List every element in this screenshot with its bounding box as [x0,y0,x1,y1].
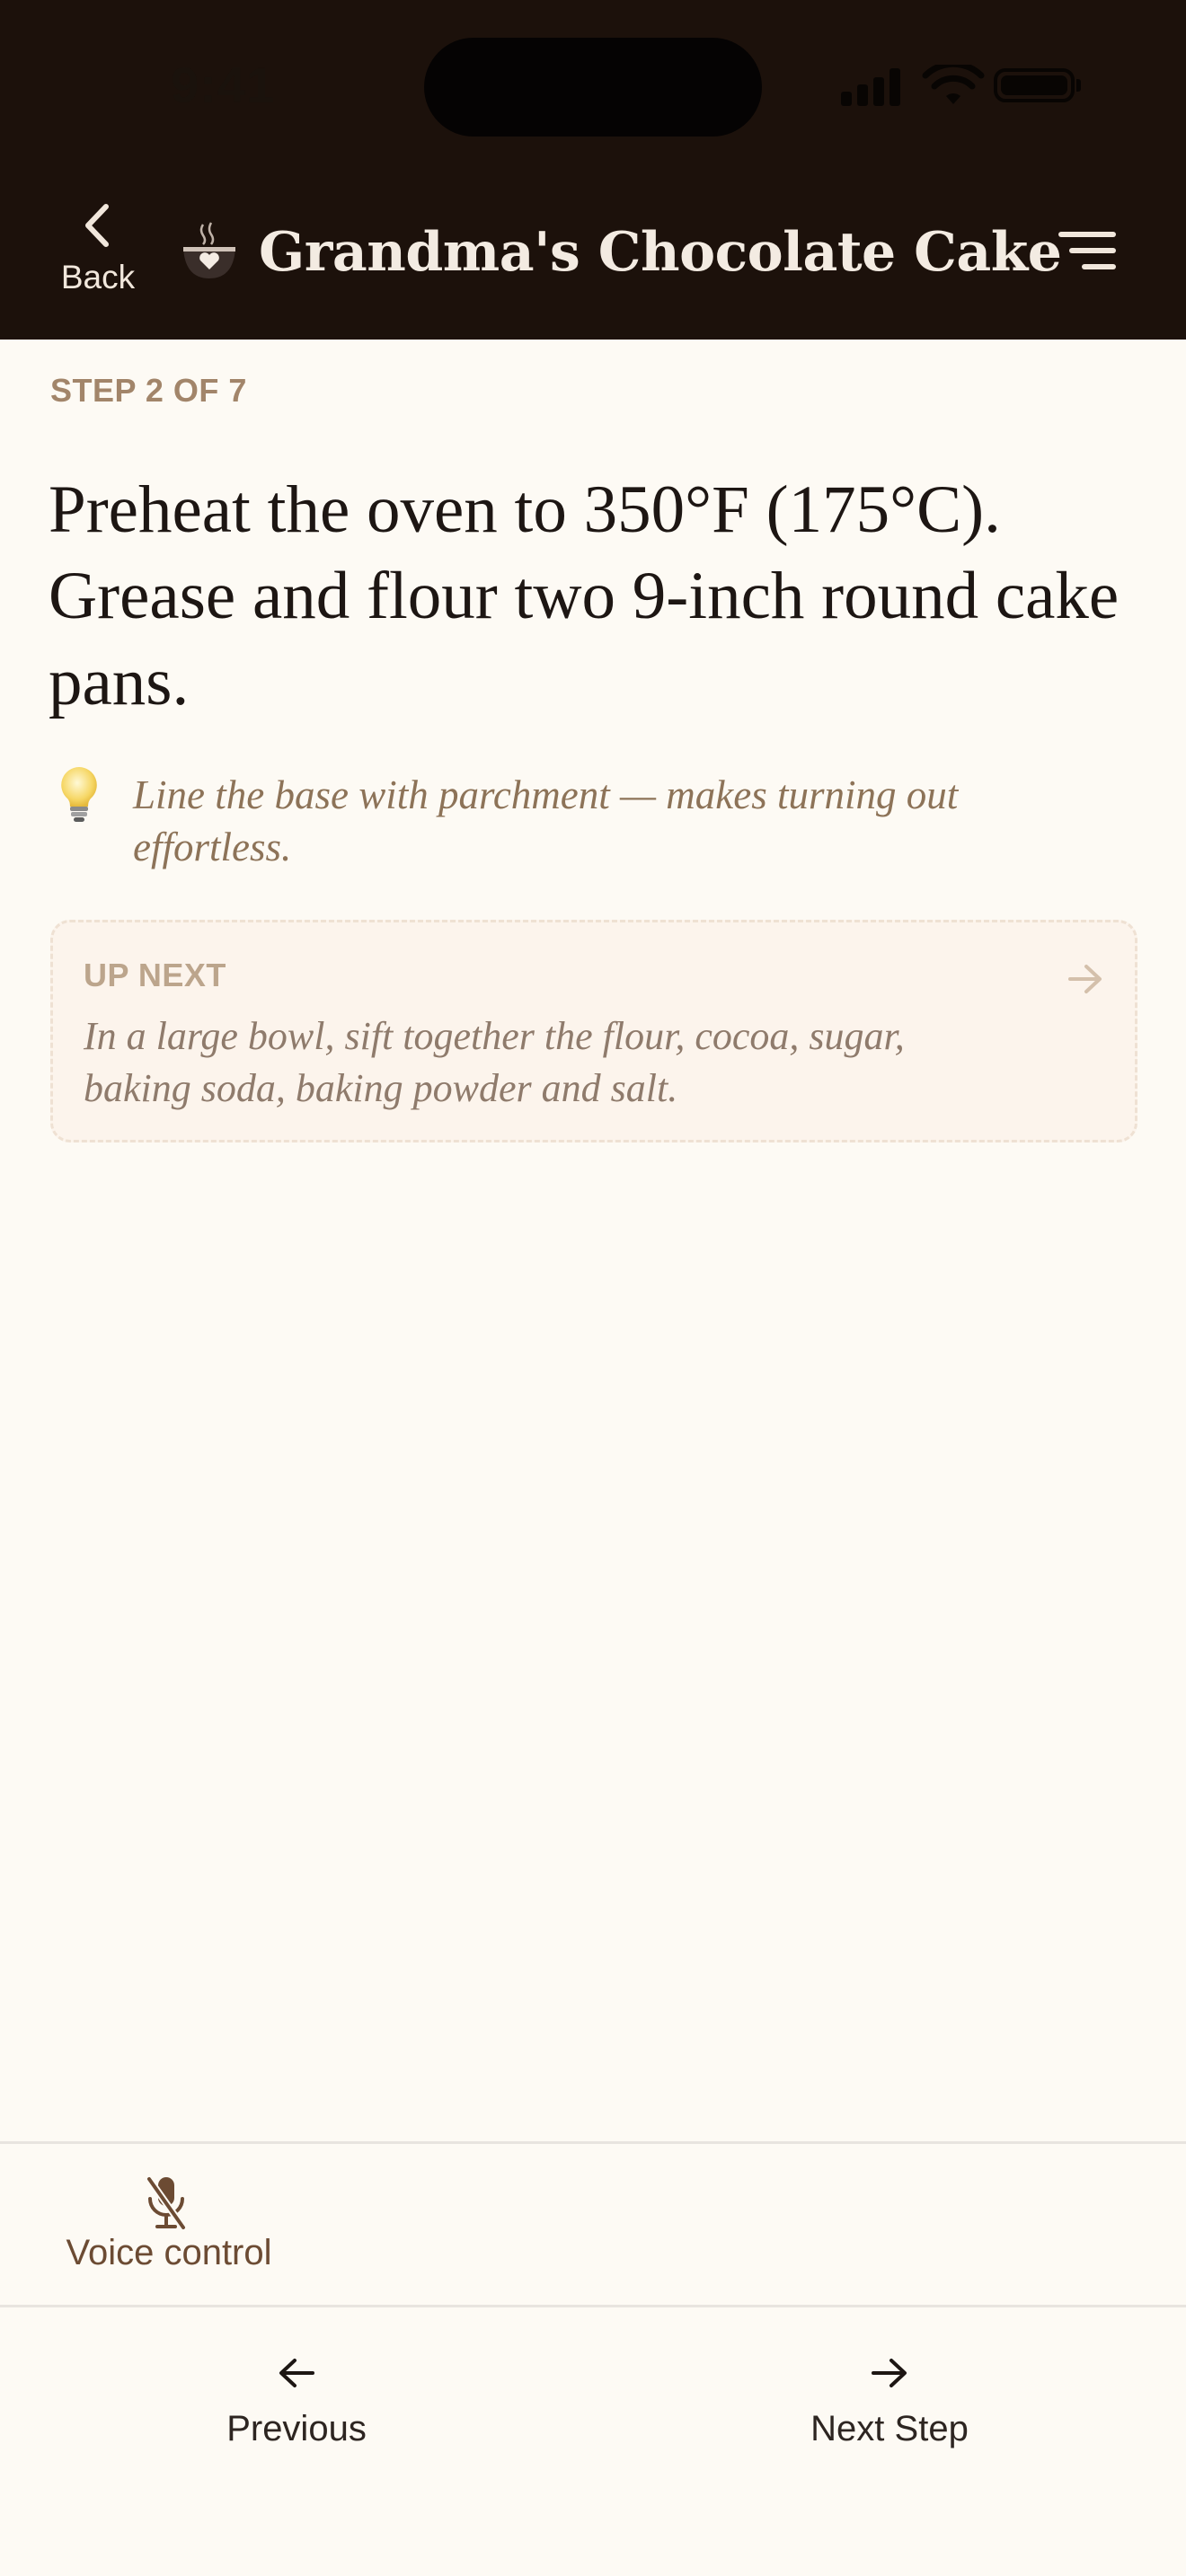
divider [0,2141,1186,2144]
arrow-left-icon [279,2359,314,2387]
arrow-right-icon [872,2359,907,2387]
divider [0,2305,1186,2307]
battery-icon [994,68,1075,102]
steaming-cup-heart-icon [183,222,235,278]
step-counter: STEP 2 OF 7 [50,372,247,409]
voice-control-button[interactable]: Voice control [36,2156,302,2290]
previous-button[interactable]: Previous [162,2337,431,2490]
arrow-right-icon [1068,965,1102,993]
back-label: Back [60,259,136,296]
tip-text: Line the base with parchment — makes tur… [133,772,959,869]
step-instruction: Preheat the oven to 350°F (175°C). Greas… [49,472,1120,719]
next-step-button[interactable]: Next Step [755,2337,1024,2490]
app-header: 9:41 Back Grandma's Chocolate Cake [0,0,1186,340]
status-time: 9:41 [171,57,276,113]
previous-label: Previous [226,2409,367,2448]
next-step-label: Next Step [810,2409,969,2448]
back-button[interactable]: Back [50,201,146,302]
voice-control-label: Voice control [66,2233,272,2272]
lightbulb-icon [61,767,97,822]
up-next-label: UP NEXT [84,957,226,993]
wifi-icon [922,65,985,104]
up-next-card[interactable]: UP NEXT In a large bowl, sift together t… [50,920,1137,1142]
menu-button[interactable] [1058,232,1116,273]
chevron-left-icon [85,204,109,247]
dynamic-island [424,38,762,137]
page-title: Grandma's Chocolate Cake [259,221,1062,284]
mic-off-icon [146,2175,187,2231]
up-next-text: In a large bowl, sift together the flour… [84,1014,905,1110]
